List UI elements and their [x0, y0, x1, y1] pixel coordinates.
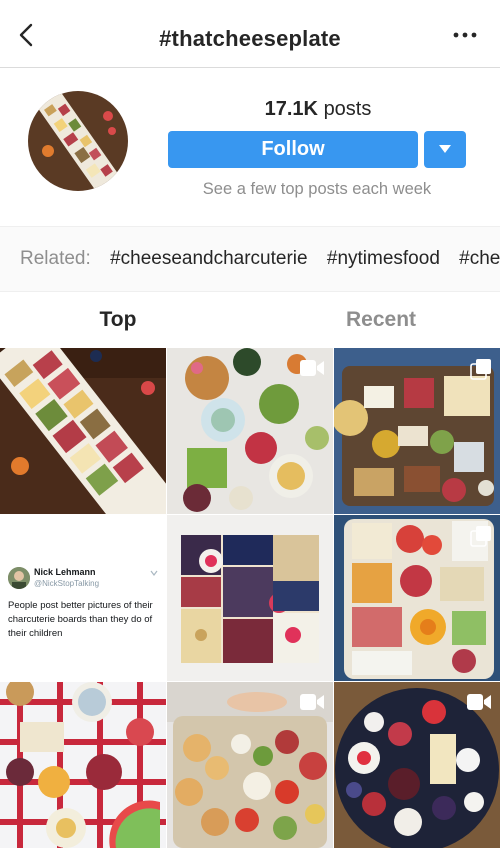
related-label: Related: [20, 248, 91, 269]
tab-top[interactable]: Top [35, 308, 201, 332]
hashtag-avatar [28, 91, 128, 191]
grid-post[interactable] [0, 348, 166, 514]
follow-dropdown-button[interactable] [424, 131, 466, 168]
page-title: #thatcheeseplate [159, 26, 341, 51]
post-image [0, 682, 166, 848]
more-horizontal-icon[interactable] [452, 30, 478, 40]
grid-post[interactable] [167, 348, 333, 514]
top-bar: #thatcheeseplate [0, 0, 500, 68]
feed-tabs: Top Recent [0, 292, 500, 348]
post-image [167, 515, 333, 681]
chevron-down-icon [150, 570, 158, 576]
post-count: 17.1K posts [170, 98, 466, 121]
post-grid: Nick Lehmann @NickStopTalking People pos… [0, 348, 500, 849]
tweet-author-handle: @NickStopTalking [34, 579, 100, 588]
grid-post[interactable] [334, 515, 500, 681]
related-hashtags: Related: #cheeseandcharcuterie #nytimesf… [0, 226, 500, 292]
grid-post-tweet[interactable]: Nick Lehmann @NickStopTalking People pos… [0, 515, 166, 681]
grid-post[interactable] [167, 682, 333, 848]
grid-post[interactable] [0, 682, 166, 848]
video-camera-icon [300, 694, 324, 710]
post-count-label: posts [323, 98, 372, 120]
video-camera-icon [300, 360, 324, 376]
follow-subtext: See a few top posts each week [202, 180, 432, 198]
tweet-author-name: Nick Lehmann [34, 567, 96, 577]
related-tag[interactable]: #cheeseandcharcuterie [110, 248, 308, 269]
related-tag[interactable]: #nytimesfood [327, 248, 440, 269]
multiple-photos-icon [470, 359, 491, 380]
video-camera-icon [467, 694, 491, 710]
post-count-value: 17.1K [264, 98, 318, 120]
tab-recent[interactable]: Recent [298, 308, 464, 332]
grid-post[interactable] [334, 682, 500, 848]
multiple-photos-icon [470, 526, 491, 547]
grid-post[interactable] [167, 515, 333, 681]
hashtag-header: 17.1K posts Follow See a few top posts e… [0, 68, 500, 226]
follow-button[interactable]: Follow [168, 131, 418, 168]
related-tag[interactable]: #cheeseplate [459, 248, 500, 269]
tweet-text: People post better pictures of their cha… [8, 600, 153, 639]
post-image [0, 348, 166, 514]
grid-post[interactable] [334, 348, 500, 514]
triangle-down-icon [439, 145, 451, 153]
tweet-avatar [8, 567, 30, 589]
